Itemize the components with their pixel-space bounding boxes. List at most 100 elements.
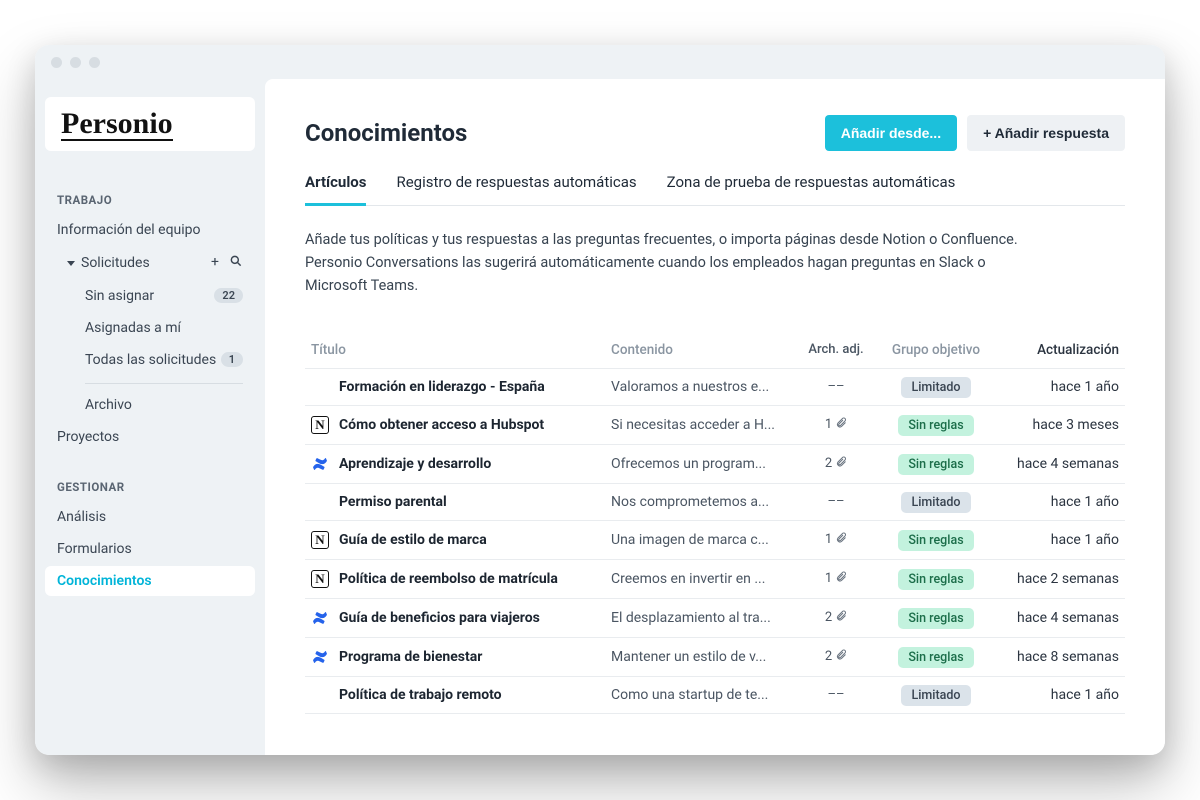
sidebar-section-trabajo: TRABAJO <box>45 183 255 213</box>
article-title: Cómo obtener acceso a Hubspot <box>339 417 544 433</box>
paperclip-icon <box>835 455 847 473</box>
target-group-pill: Sin reglas <box>898 530 973 551</box>
table-row[interactable]: Formación en liderazgo - EspañaValoramos… <box>305 369 1125 406</box>
sidebar-item-all-requests[interactable]: Todas las solicitudes 1 <box>45 345 255 375</box>
article-attachments: –– <box>827 379 844 394</box>
count-badge: 22 <box>214 288 243 303</box>
paperclip-icon <box>835 416 847 434</box>
articles-table: Título Contenido Arch. adj. Grupo objeti… <box>305 332 1125 714</box>
article-attachments: 1 <box>825 531 847 549</box>
plus-icon[interactable]: + <box>211 254 219 272</box>
sidebar-item-assigned-to-me[interactable]: Asignadas a mí <box>45 313 255 343</box>
target-group-pill: Sin reglas <box>898 608 973 629</box>
sidebar-item-forms[interactable]: Formularios <box>45 534 255 564</box>
article-content-preview: Como una startup de te... <box>611 687 801 703</box>
sidebar-item-label: Análisis <box>57 509 106 525</box>
table-row[interactable]: Permiso parentalNos comprometemos a...––… <box>305 484 1125 521</box>
article-target-group: Limitado <box>901 494 970 510</box>
paperclip-icon <box>835 531 847 549</box>
sidebar-item-projects[interactable]: Proyectos <box>45 422 255 452</box>
sidebar-item-unassigned[interactable]: Sin asignar 22 <box>45 281 255 311</box>
article-target-group: Sin reglas <box>898 571 973 587</box>
count-badge: 1 <box>221 352 243 367</box>
sidebar-item-label: Archivo <box>85 397 132 413</box>
brand-logo: Personio <box>61 111 173 141</box>
table-row[interactable]: NPolítica de reembolso de matrículaCreem… <box>305 560 1125 599</box>
table-row[interactable]: Política de trabajo remoto Como una start… <box>305 677 1125 714</box>
table-row[interactable]: Programa de bienestar Mantener un estilo … <box>305 638 1125 677</box>
article-updated: hace 4 semanas <box>1017 456 1119 472</box>
sidebar-item-label: Información del equipo <box>57 222 201 238</box>
article-title: Guía de estilo de marca <box>339 532 487 548</box>
notion-icon: N <box>311 531 329 549</box>
article-attachments: –– <box>827 687 844 702</box>
target-group-pill: Limitado <box>901 377 970 398</box>
traffic-light-close[interactable] <box>51 57 62 68</box>
tab-articles[interactable]: Artículos <box>305 173 366 206</box>
table-row[interactable]: N Cómo obtener acceso a Hubspot Si necesit… <box>305 406 1125 445</box>
add-answer-button[interactable]: + Añadir respuesta <box>967 115 1125 151</box>
article-target-group: Sin reglas <box>898 417 973 433</box>
table-row[interactable]: Guía de beneficios para viajerosEl despl… <box>305 599 1125 638</box>
article-attachments: 2 <box>825 648 847 666</box>
confluence-icon <box>311 648 329 666</box>
sidebar-item-label: Conocimientos <box>57 573 152 589</box>
article-target-group: Limitado <box>901 687 970 703</box>
article-updated: hace 1 año <box>1051 379 1119 395</box>
article-content-preview: Mantener un estilo de v... <box>611 649 801 665</box>
table-header: Título Contenido Arch. adj. Grupo objeti… <box>305 332 1125 369</box>
notion-icon: N <box>311 416 329 434</box>
article-target-group: Sin reglas <box>898 610 973 626</box>
article-content-preview: Si necesitas acceder a H... <box>611 417 801 433</box>
target-group-pill: Sin reglas <box>898 415 973 436</box>
sidebar-item-team-info[interactable]: Información del equipo <box>45 215 255 245</box>
article-content-preview: El desplazamiento al tra... <box>611 610 801 626</box>
page-intro: Añade tus políticas y tus respuestas a l… <box>305 228 1045 298</box>
article-content-preview: Nos comprometemos a... <box>611 494 801 510</box>
paperclip-icon <box>835 609 847 627</box>
target-group-pill: Limitado <box>901 492 970 513</box>
sidebar-item-knowledge[interactable]: Conocimientos <box>45 566 255 596</box>
tab-auto-reply-sandbox[interactable]: Zona de prueba de respuestas automáticas <box>667 173 956 205</box>
article-title: Política de reembolso de matrícula <box>339 571 558 587</box>
article-title: Política de trabajo remoto <box>339 687 502 703</box>
window-titlebar <box>35 45 1165 79</box>
article-attachments: 1 <box>825 570 847 588</box>
target-group-pill: Sin reglas <box>898 454 973 475</box>
sidebar: Personio TRABAJO Información del equipo … <box>35 79 265 755</box>
traffic-light-max[interactable] <box>89 57 100 68</box>
article-updated: hace 3 meses <box>1033 417 1119 433</box>
paperclip-icon <box>835 648 847 666</box>
notion-icon: N <box>311 570 329 588</box>
article-attachments: –– <box>827 494 844 509</box>
table-row[interactable]: Aprendizaje y desarrolloOfrecemos un pro… <box>305 445 1125 484</box>
article-updated: hace 1 año <box>1051 494 1119 510</box>
sidebar-item-label: Proyectos <box>57 429 119 445</box>
app-window: Personio TRABAJO Información del equipo … <box>35 45 1165 755</box>
col-attachments: Arch. adj. <box>808 342 863 357</box>
search-icon[interactable] <box>229 254 243 272</box>
article-updated: hace 8 semanas <box>1017 649 1119 665</box>
article-content-preview: Una imagen de marca c... <box>611 532 801 548</box>
tab-auto-reply-log[interactable]: Registro de respuestas automáticas <box>396 173 636 205</box>
col-content: Contenido <box>611 342 801 358</box>
sidebar-item-archive[interactable]: Archivo <box>45 390 255 420</box>
sidebar-item-requests[interactable]: Solicitudes + <box>45 247 255 279</box>
target-group-pill: Sin reglas <box>898 569 973 590</box>
logo-card: Personio <box>45 97 255 151</box>
sidebar-section-gestionar: GESTIONAR <box>45 470 255 500</box>
article-target-group: Sin reglas <box>898 456 973 472</box>
confluence-icon <box>311 609 329 627</box>
sidebar-item-analysis[interactable]: Análisis <box>45 502 255 532</box>
article-content-preview: Ofrecemos un program... <box>611 456 801 472</box>
traffic-light-min[interactable] <box>70 57 81 68</box>
target-group-pill: Limitado <box>901 685 970 706</box>
add-from-button[interactable]: Añadir desde... <box>825 115 957 151</box>
article-updated: hace 1 año <box>1051 687 1119 703</box>
table-row[interactable]: N Guía de estilo de marca Una imagen de ma… <box>305 521 1125 560</box>
page-title: Conocimientos <box>305 119 467 147</box>
article-target-group: Limitado <box>901 379 970 395</box>
sidebar-item-label: Asignadas a mí <box>85 320 181 336</box>
sidebar-item-label: Todas las solicitudes <box>85 352 216 368</box>
article-title: Programa de bienestar <box>339 649 482 665</box>
